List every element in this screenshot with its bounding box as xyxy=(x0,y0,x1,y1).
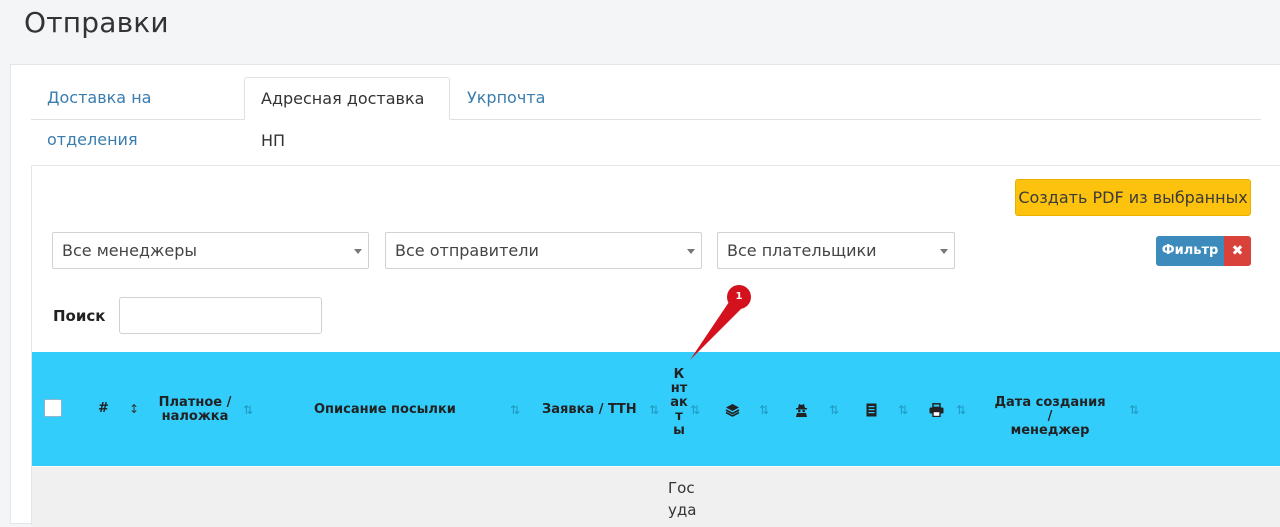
select-all-checkbox[interactable] xyxy=(44,399,62,417)
annotation-marker: 1 xyxy=(727,285,751,309)
header-created-line1: Дата создания / xyxy=(994,395,1106,424)
header-contacts-part: нт xyxy=(670,381,688,396)
sort-icon[interactable]: ↕ xyxy=(129,402,139,416)
header-contacts-part: ы xyxy=(673,423,685,438)
filter-button[interactable]: Фильтр xyxy=(1156,236,1224,266)
contacts-cell-line: Гос xyxy=(668,479,695,497)
header-contacts-part: ак xyxy=(670,395,688,410)
payers-select[interactable]: Все плательщики xyxy=(717,232,955,269)
senders-select-value: Все отправители xyxy=(395,241,539,260)
header-created-line2: менеджер xyxy=(1010,423,1090,438)
sort-icon[interactable]: ⇅ xyxy=(1129,403,1139,417)
chevron-down-icon xyxy=(687,249,695,254)
sort-icon[interactable]: ⇅ xyxy=(898,403,908,417)
clear-filter-button[interactable]: ✖ xyxy=(1224,236,1251,266)
tab-branch-delivery[interactable]: Доставка на отделения xyxy=(31,77,243,149)
page-title: Отправки xyxy=(24,6,169,39)
sort-icon[interactable]: ⇅ xyxy=(243,403,253,417)
contacts-cell-line: уда xyxy=(668,501,697,519)
sort-icon[interactable]: ⇅ xyxy=(956,403,966,417)
printer-icon[interactable] xyxy=(929,402,944,421)
tab-address-delivery[interactable]: Адресная доставка НП xyxy=(244,77,450,150)
payers-select-value: Все плательщики xyxy=(727,241,877,260)
sort-icon[interactable]: ⇅ xyxy=(690,403,700,417)
create-pdf-button[interactable]: Создать PDF из выбранных xyxy=(1015,179,1251,216)
tab-ukrposhta[interactable]: Укрпочта xyxy=(451,77,591,119)
chevron-down-icon xyxy=(940,249,948,254)
shipments-box: Создать PDF из выбранных Все менеджеры В… xyxy=(31,165,1280,527)
main-panel: Доставка на отделения Адресная доставка … xyxy=(10,64,1280,527)
sort-icon[interactable]: ⇅ xyxy=(759,403,769,417)
document-icon[interactable] xyxy=(866,402,877,421)
user-secret-icon[interactable] xyxy=(795,402,808,421)
header-description[interactable]: Описание посылки xyxy=(314,403,456,417)
header-contacts[interactable]: К нт ак т ы xyxy=(668,368,690,438)
table-row[interactable]: Гос уда xyxy=(32,467,1280,527)
header-contacts-part: т xyxy=(675,409,683,424)
tab-bar: Доставка на отделения Адресная доставка … xyxy=(31,77,1261,150)
senders-select[interactable]: Все отправители xyxy=(385,232,702,269)
header-paid[interactable]: Платное / наложка xyxy=(158,396,232,424)
chevron-down-icon xyxy=(354,249,362,254)
sort-icon[interactable]: ⇅ xyxy=(649,403,659,417)
header-contacts-part: К xyxy=(673,367,685,382)
header-paid-line1: Платное / xyxy=(158,395,232,410)
corner-mark: ' xyxy=(1238,0,1242,6)
managers-select[interactable]: Все менеджеры xyxy=(52,232,369,269)
header-paid-line2: наложка xyxy=(161,409,229,424)
sort-icon[interactable]: ⇅ xyxy=(510,403,520,417)
sort-icon[interactable]: ⇅ xyxy=(829,403,839,417)
contacts-cell: Гос уда xyxy=(668,477,696,521)
layers-icon[interactable] xyxy=(725,402,740,421)
table-header: # ↕ Платное / наложка ⇅ Описание посылки… xyxy=(32,352,1280,466)
header-created[interactable]: Дата создания / менеджер xyxy=(990,396,1110,438)
search-input[interactable] xyxy=(119,297,322,334)
search-label: Поиск xyxy=(53,307,106,325)
header-request[interactable]: Заявка / ТТН xyxy=(542,403,637,417)
managers-select-value: Все менеджеры xyxy=(62,241,198,260)
header-number[interactable]: # xyxy=(98,402,109,416)
